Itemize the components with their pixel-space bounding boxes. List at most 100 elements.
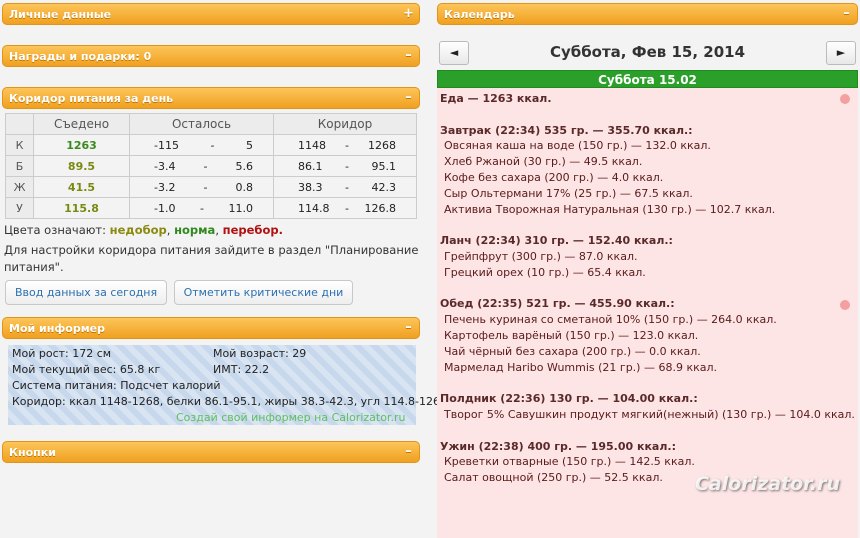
remaining-min: -3.2 <box>154 180 176 194</box>
buttons-title: Кнопки <box>9 446 56 459</box>
food-item[interactable]: Креветки отварные (150 гр.) — 142.5 ккал… <box>440 454 855 470</box>
range-dash: - <box>203 159 208 173</box>
table-row: У 115.8 -1.0 - 11.0 114.8 - 126.8 <box>5 197 417 219</box>
food-item[interactable]: Грецкий орех (10 гр.) — 65.4 ккал. <box>440 265 855 281</box>
day-bar[interactable]: Суббота 15.02 <box>437 70 858 88</box>
legend-sep: , <box>166 223 171 237</box>
food-item[interactable]: Чай чёрный без сахара (200 гр.) — 0.0 кк… <box>440 344 855 360</box>
awards-header[interactable]: Награды и подарки: 0 – <box>2 45 420 67</box>
collapse-icon[interactable]: – <box>841 7 852 20</box>
informer-weight: Мой текущий вес: 65.8 кг <box>12 363 161 376</box>
range-dash: - <box>345 159 349 173</box>
table-row: Ж 41.5 -3.2 - 0.8 38.3 - 42.3 <box>5 176 417 198</box>
informer-age: Мой возраст: 29 <box>213 347 307 360</box>
remaining-max: 5.6 <box>235 159 253 173</box>
food-item[interactable]: Хлеб Ржаной (30 гр.) — 49.5 ккал. <box>440 154 855 170</box>
enter-today-button[interactable]: Ввод данных за сегодня <box>5 280 168 305</box>
meal-header: Еда — 1263 ккал. <box>440 92 552 105</box>
food-item[interactable]: Овсяная каша на воде (150 гр.) — 132.0 к… <box>440 138 855 154</box>
col-header-remaining: Осталось <box>129 113 274 135</box>
remaining-range: -3.2 - 0.8 <box>129 176 274 198</box>
eaten-value: 115.8 <box>33 197 130 219</box>
personal-data-title: Личные данные <box>9 8 112 21</box>
buttons-header[interactable]: Кнопки – <box>2 441 420 463</box>
collapse-icon[interactable]: – <box>403 91 414 104</box>
informer-height: Мой рост: 172 см <box>12 347 112 360</box>
planning-note: Для настройки коридора питания зайдите в… <box>4 243 419 274</box>
meal-header: Обед (22:35) 521 гр. — 455.90 ккал.: <box>440 297 675 311</box>
meal-header: Ланч (22:34) 310 гр. — 152.40 ккал.: <box>440 234 673 248</box>
calendar-date-title: Суббота, Фев 15, 2014 <box>549 43 746 61</box>
table-row: Б 89.5 -3.4 - 5.6 86.1 - 95.1 <box>5 155 417 177</box>
informer-bmi: ИМТ: 22.2 <box>213 363 270 376</box>
remaining-max: 11.0 <box>228 201 253 215</box>
legend-prefix: Цвета означают: <box>4 223 106 237</box>
corridor-title: Коридор питания за день <box>9 92 174 105</box>
remaining-range: -3.4 - 5.6 <box>129 155 274 177</box>
color-legend: Цвета означают: недобор, норма, перебор. <box>4 223 420 237</box>
range-dash: - <box>210 138 215 152</box>
informer-link[interactable]: Создай свой информер на Calorizator.ru <box>176 411 405 424</box>
expand-icon[interactable]: + <box>403 7 414 20</box>
remaining-max: 0.8 <box>235 180 253 194</box>
corridor-range: 1148 - 1268 <box>273 134 417 156</box>
calendar-header[interactable]: Календарь – <box>437 3 858 25</box>
collapse-icon[interactable]: – <box>403 445 414 458</box>
remaining-min: -1.0 <box>154 201 176 215</box>
range-dash: - <box>345 180 349 194</box>
food-item[interactable]: Активиа Творожная Натуральная (130 гр.) … <box>440 202 855 218</box>
row-label: У <box>5 197 34 219</box>
collapse-icon[interactable]: – <box>403 49 414 62</box>
food-item[interactable]: Сыр Ольтермани 17% (25 гр.) — 67.5 ккал. <box>440 186 855 202</box>
personal-data-header[interactable]: Личные данные + <box>2 3 420 25</box>
informer-title: Мой информер <box>9 322 106 335</box>
edit-dot-icon[interactable] <box>840 300 850 310</box>
food-diary: Еда — 1263 ккал. Завтрак (22:34) 535 гр. … <box>437 88 858 538</box>
mark-critical-days-button[interactable]: Отметить критические дни <box>173 280 354 305</box>
table-row: К 1263 -115 - 5 1148 - 1268 <box>5 134 417 156</box>
collapse-icon[interactable]: – <box>403 321 414 334</box>
legend-under: недобор <box>109 223 167 237</box>
corridor-table-header: Съедено Осталось Коридор <box>5 113 417 135</box>
watermark-logo: Calorizator.ru <box>694 473 840 495</box>
food-item[interactable]: Кофе без сахара (200 гр.) — 4.0 ккал. <box>440 170 855 186</box>
col-header-eaten: Съедено <box>33 113 130 135</box>
eaten-value: 1263 <box>33 134 130 156</box>
row-label: Б <box>5 155 34 177</box>
row-label: Ж <box>5 176 34 198</box>
legend-sep: , <box>215 223 219 237</box>
right-column: Календарь – ◄ Суббота, Фев 15, 2014 ► Су… <box>437 3 858 538</box>
food-item[interactable]: Творог 5% Савушкин продукт мягкий(нежный… <box>440 407 855 423</box>
range-dash: - <box>345 201 349 215</box>
informer-header[interactable]: Мой информер – <box>2 317 420 339</box>
corridor-min: 38.3 <box>298 180 323 194</box>
food-item[interactable]: Грейпфрут (300 гр.) — 87.0 ккал. <box>440 249 855 265</box>
corridor-max: 1268 <box>367 138 396 152</box>
remaining-max: 5 <box>245 138 253 152</box>
next-day-button[interactable]: ► <box>826 41 856 65</box>
eaten-value: 41.5 <box>33 176 130 198</box>
corridor-min: 114.8 <box>298 201 330 215</box>
remaining-range: -115 - 5 <box>129 134 274 156</box>
col-header-empty <box>5 113 34 135</box>
food-item[interactable]: Картофель варёный (150 гр.) — 123.0 ккал… <box>440 328 855 344</box>
legend-norm: норма <box>174 223 216 237</box>
food-lines: Еда — 1263 ккал. Завтрак (22:34) 535 гр. … <box>440 91 855 486</box>
food-item[interactable]: Печень куриная со сметаной 10% (150 гр.)… <box>440 312 855 328</box>
row-label: К <box>5 134 34 156</box>
food-item[interactable]: Мармелад Haribo Wummis (21 гр.) — 68.9 к… <box>440 360 855 376</box>
informer-system: Система питания: Подсчет калорий <box>12 379 221 392</box>
corridor-max: 126.8 <box>364 201 396 215</box>
range-dash: - <box>203 180 208 194</box>
corridor-header[interactable]: Коридор питания за день – <box>2 87 420 109</box>
edit-dot-icon[interactable] <box>840 94 850 104</box>
corridor-range: 38.3 - 42.3 <box>273 176 417 198</box>
awards-title: Награды и подарки: 0 <box>9 50 152 63</box>
remaining-min: -115 <box>154 138 179 152</box>
informer-widget[interactable]: Мой рост: 172 см Мой возраст: 29 Мой тек… <box>8 345 450 425</box>
